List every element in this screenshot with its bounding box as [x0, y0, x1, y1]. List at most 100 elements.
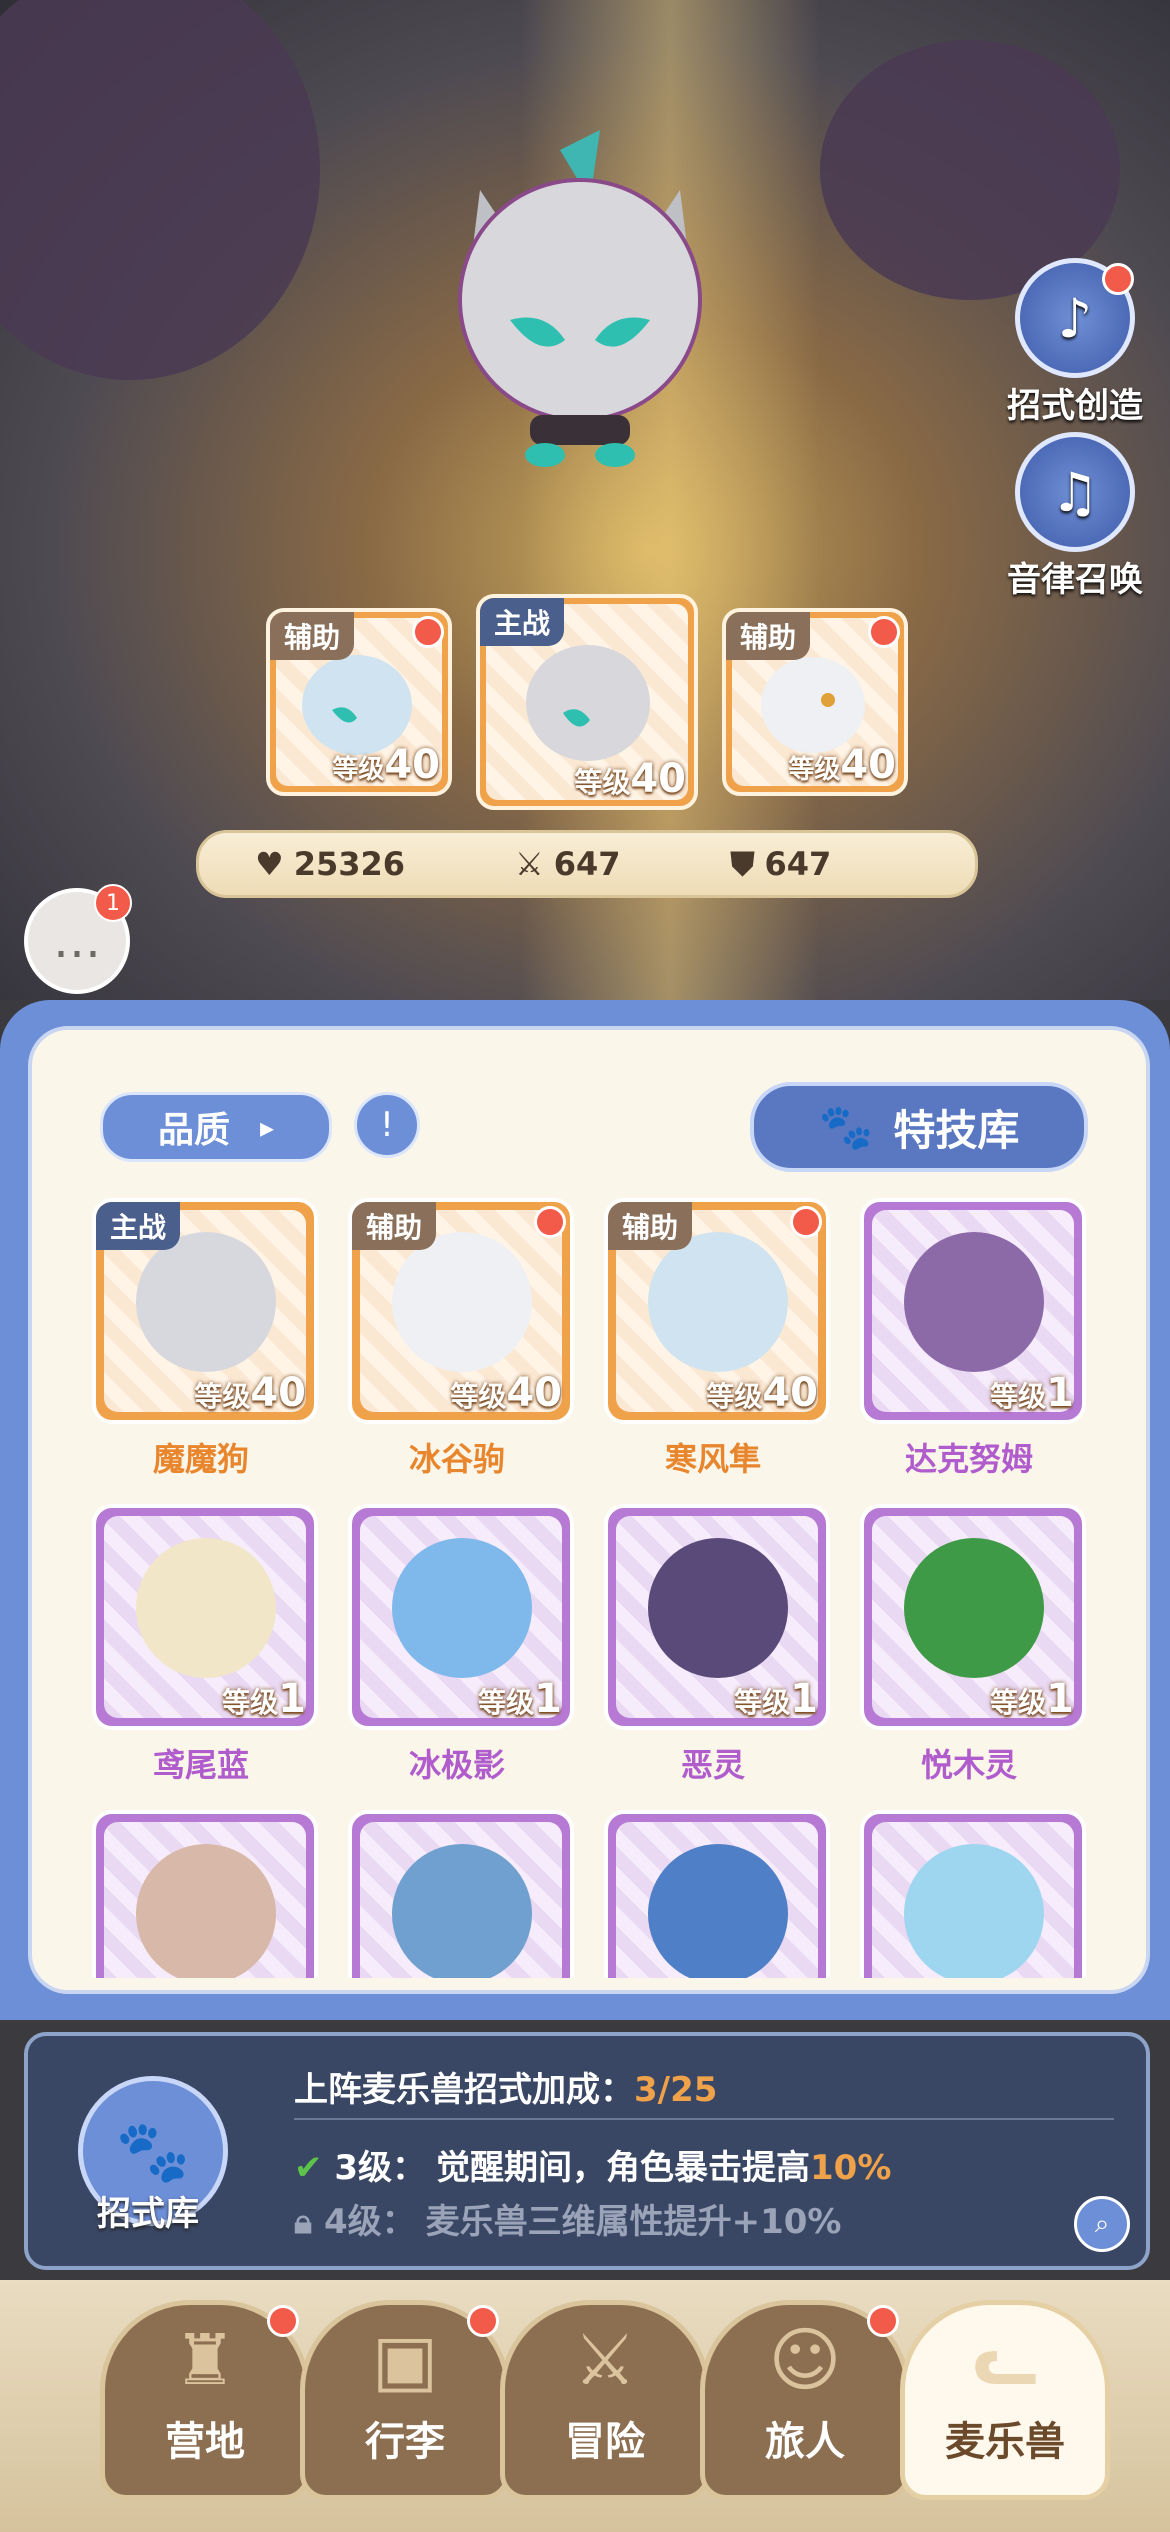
level-label: 等级40 — [706, 1370, 818, 1416]
level-label: 等级1 — [990, 1370, 1074, 1416]
melody-summon-button[interactable]: ♫ 音律召唤 — [1000, 432, 1150, 601]
creature-card[interactable] — [348, 1810, 574, 1978]
skill-library-button[interactable]: 🐾 特技库 — [750, 1082, 1088, 1172]
creature-card[interactable]: 等级1 — [604, 1504, 830, 1730]
creature-name: 恶灵 — [680, 1746, 745, 1784]
team-slot-support-2[interactable]: 辅助 等级40 — [722, 608, 908, 796]
backpack-icon: ▣ — [371, 2319, 439, 2401]
creature-portrait — [136, 1844, 276, 1978]
nav-tab-traveler[interactable]: ☺ 旅人 — [700, 2300, 910, 2500]
role-tag: 辅助 — [270, 612, 355, 660]
quality-sort-button[interactable]: 品质 ▸ — [100, 1092, 332, 1162]
nav-tab-backpack[interactable]: ▣ 行李 — [300, 2300, 510, 2500]
role-tag: 辅助 — [726, 612, 811, 660]
crossed-swords-icon: ⚔ — [515, 845, 544, 883]
tree-foliage — [0, 0, 320, 380]
nav-tab-cat-pet[interactable]: ᓚ 麦乐兽 — [900, 2300, 1110, 2500]
level-label: 等级1 — [478, 1676, 562, 1722]
paw-icon: 🐾 — [818, 1102, 874, 1153]
nav-tab-label: 旅人 — [765, 2419, 845, 2465]
creature-card[interactable]: 等级1 — [92, 1504, 318, 1730]
creature-portrait — [392, 1538, 532, 1678]
traveler-icon: ☺ — [768, 2319, 842, 2401]
nav-tab-label: 冒险 — [565, 2419, 645, 2465]
creature-card[interactable] — [860, 1810, 1086, 1978]
bonus-progress: 3/25 — [634, 2070, 718, 2110]
nav-tab-label: 营地 — [165, 2419, 245, 2465]
creature-collection-panel: 品质 ▸ ! 🐾 特技库 主战 等级40 魔魔狗 辅助 等级40 冰谷驹 辅助 等级40 寒风隼等… — [0, 1000, 1170, 2020]
defense-stat: ⛊ 647 — [730, 844, 832, 884]
crossed-swords-icon: ⚔ — [573, 2319, 637, 2401]
lyre-icon: ♫ — [1015, 432, 1135, 552]
chat-badge: 1 — [94, 884, 132, 922]
attack-stat: ⚔ 647 — [515, 845, 621, 883]
creature-name: 鸢尾蓝 — [152, 1746, 249, 1784]
caret-icon: ▸ — [259, 1110, 275, 1144]
skill-create-label: 招式创造 — [1007, 386, 1143, 426]
melody-summon-label: 音律召唤 — [1007, 560, 1143, 600]
creature-grid: 主战 等级40 魔魔狗 辅助 等级40 冰谷驹 辅助 等级40 寒风隼 等级1 达克努姆 等级1 鸢尾蓝… — [92, 1178, 1112, 1978]
creature-card[interactable]: 等级1 — [860, 1198, 1086, 1424]
skill-create-button[interactable]: ♪ 招式创造 — [1000, 258, 1150, 427]
creature-card[interactable]: 辅助等级40 — [604, 1198, 830, 1424]
level-label: 等级1 — [222, 1676, 306, 1722]
creature-portrait — [392, 1844, 532, 1978]
notification-dot — [534, 1206, 566, 1238]
level-label: 等级40 — [574, 756, 686, 802]
team-stats-bar: ♥ 25326 ⚔ 647 ⛊ 647 — [196, 830, 978, 898]
lock-icon: 🔒︎ — [294, 2202, 313, 2242]
divider — [294, 2118, 1114, 2120]
filter-info-button[interactable]: ! — [354, 1092, 420, 1158]
team-slot-support-1[interactable]: 辅助 等级40 — [266, 608, 452, 796]
creature-name: 冰极影 — [408, 1746, 505, 1784]
shield-icon: ⛊ — [730, 844, 755, 883]
heart-icon: ♥ — [255, 845, 284, 883]
notification-dot — [1102, 263, 1134, 295]
chat-bubble-icon: … — [53, 913, 101, 969]
creature-portrait — [648, 1232, 788, 1372]
skill-create-icon: ♪ — [1015, 258, 1135, 378]
zoom-icon[interactable]: ⌕ — [1074, 2196, 1130, 2252]
nav-tab-crossed-swords[interactable]: ⚔ 冒险 — [500, 2300, 710, 2500]
creature-portrait — [904, 1844, 1044, 1978]
notification-dot — [267, 2305, 299, 2337]
role-tag: 辅助 — [608, 1202, 693, 1250]
creature-portrait — [904, 1232, 1044, 1372]
creature-name: 冰谷驹 — [408, 1440, 505, 1478]
notification-dot — [867, 2305, 899, 2337]
creature-card[interactable]: 主战等级40 — [92, 1198, 318, 1424]
bonus-line-locked: 🔒︎ 4级： 麦乐兽三维属性提升+10% — [294, 2202, 842, 2242]
level-label: 等级1 — [734, 1676, 818, 1722]
cat-pet-icon: ᓚ — [972, 2319, 1038, 2401]
hp-stat: ♥ 25326 — [255, 845, 406, 883]
nav-tab-label: 麦乐兽 — [945, 2419, 1065, 2465]
level-label: 等级1 — [990, 1676, 1074, 1722]
creature-name: 悦木灵 — [920, 1746, 1017, 1784]
creature-portrait — [648, 1844, 788, 1978]
level-label: 等级40 — [194, 1370, 306, 1416]
creature-portrait — [526, 645, 650, 761]
creature-card[interactable] — [92, 1810, 318, 1978]
creature-card[interactable]: 等级1 — [860, 1504, 1086, 1730]
bonus-line-unlocked: ✔ 3级： 觉醒期间，角色暴击提高10% — [294, 2148, 892, 2188]
creature-portrait — [904, 1538, 1044, 1678]
creature-portrait — [392, 1232, 532, 1372]
skill-library-label: 招式库 — [97, 2194, 199, 2234]
castle-icon: ♜ — [173, 2319, 237, 2401]
nav-tab-castle[interactable]: ♜ 营地 — [100, 2300, 310, 2500]
team-slot-main[interactable]: 主战 等级40 — [476, 594, 698, 810]
creature-card[interactable]: 辅助等级40 — [348, 1198, 574, 1424]
creature-card[interactable]: 等级1 — [348, 1504, 574, 1730]
chat-button[interactable]: … 1 — [24, 884, 132, 994]
role-tag: 辅助 — [352, 1202, 437, 1250]
check-icon: ✔ — [294, 2148, 323, 2188]
skill-bonus-panel: 🐾 招式库 上阵麦乐兽招式加成：3/25 ✔ 3级： 觉醒期间，角色暴击提高10%… — [24, 2032, 1150, 2270]
role-tag: 主战 — [96, 1202, 181, 1250]
level-label: 等级40 — [332, 742, 440, 788]
creature-name: 魔魔狗 — [152, 1440, 249, 1478]
level-label: 等级40 — [450, 1370, 562, 1416]
role-tag: 主战 — [480, 598, 565, 646]
creature-card[interactable] — [604, 1810, 830, 1978]
featured-creature-sprite — [458, 130, 702, 467]
creature-name: 寒风隼 — [664, 1440, 761, 1478]
